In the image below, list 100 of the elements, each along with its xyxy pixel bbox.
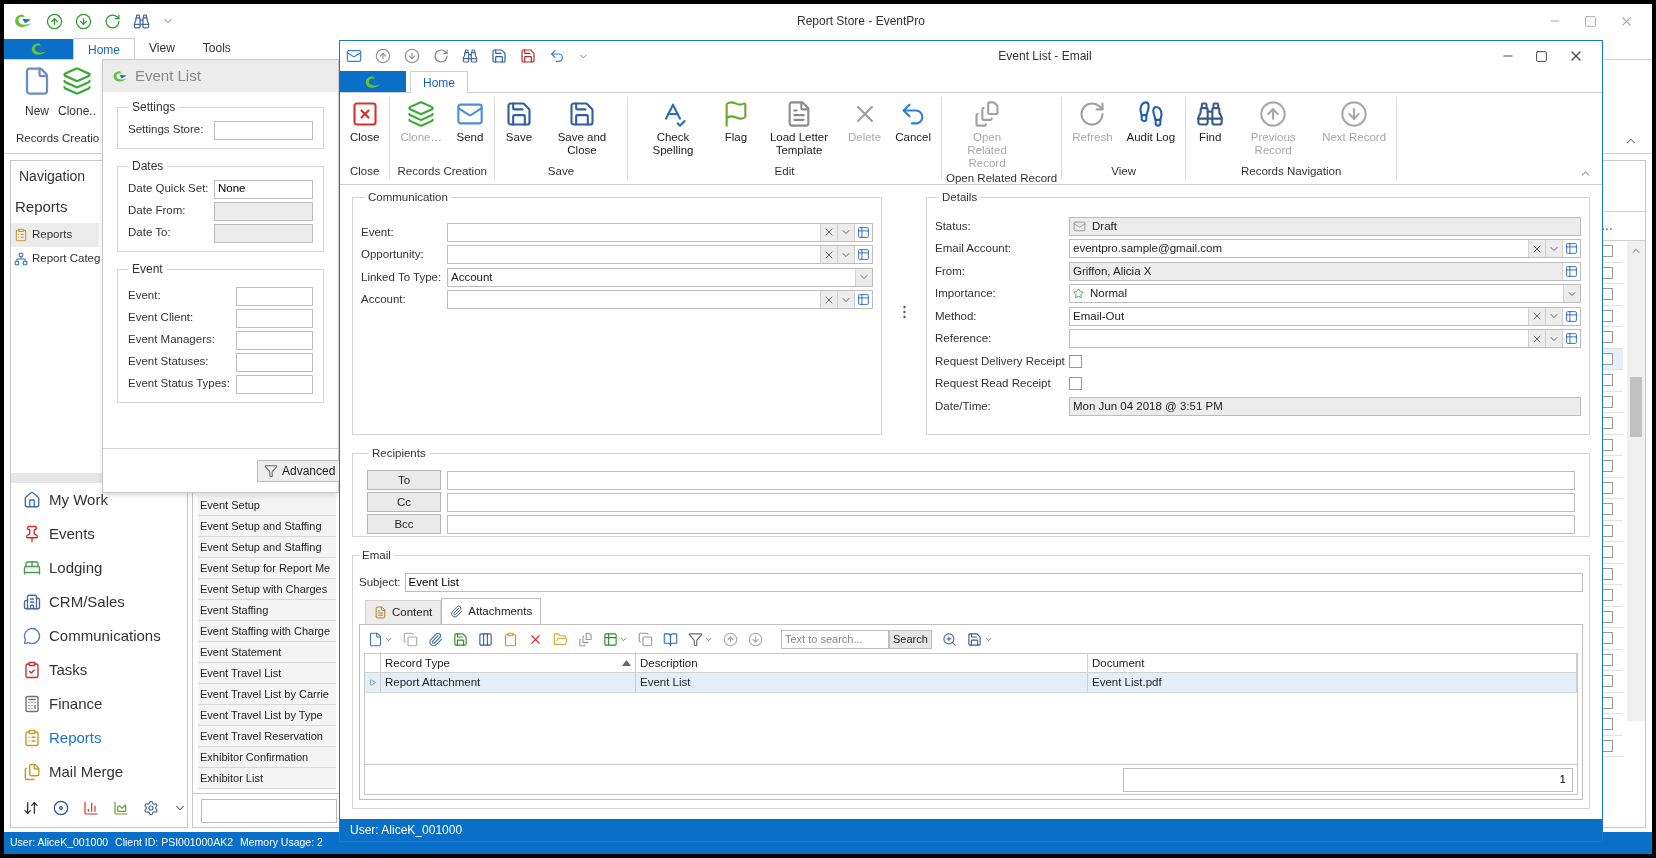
field-label: Request Delivery Receipt [935,353,1066,369]
field-label: Event Status Types: [128,376,232,392]
module-item[interactable]: CRM/Sales [11,585,187,619]
column-header[interactable]: … [1601,217,1613,235]
report-name-cell[interactable]: Exhibitor List [198,768,336,789]
module-item[interactable]: Communications [11,619,187,653]
module-item[interactable]: Finance [11,687,187,721]
building-icon [23,593,41,611]
lookup-field[interactable] [447,290,873,310]
lookup-field[interactable] [447,222,873,242]
report-name-cell[interactable]: Event Travel Reservation [198,726,336,747]
report-name-cell[interactable]: Event Setup [198,495,336,516]
clipboard-icon [503,631,518,647]
recipient-button[interactable]: Bcc [367,514,441,535]
clipboard-check-icon [23,661,41,679]
ribbon-button[interactable]: Load Letter Template [757,97,840,163]
ribbon-button[interactable]: Check Spelling [631,97,714,163]
recipient-button[interactable]: To [367,470,441,491]
report-name-cell[interactable]: Event Setup for Report Me [198,558,336,579]
lookup-field[interactable]: Email-Out [1069,306,1581,326]
ribbon-group-label: Records Navigation [1239,163,1343,179]
report-name-cell[interactable]: Event Setup and Staffing [198,516,336,537]
ribbon-button[interactable]: Cancel [889,97,938,163]
ribbon-button[interactable]: Save and Close [540,97,623,163]
input-field[interactable] [236,308,313,328]
report-name-cell[interactable]: Event Travel List [198,663,336,684]
ribbon-tab[interactable]: View [135,37,189,59]
module-item[interactable]: Tasks [11,653,187,687]
read-only-field[interactable]: Griffon, Alicia X [1069,261,1581,281]
ribbon-group-label: Save [546,163,576,179]
read-only-field[interactable]: Mon Jun 04 2018 @ 3:51 PM [1069,396,1581,416]
module-item[interactable]: My Work [11,483,187,517]
binoculars-icon [462,48,478,64]
tab[interactable]: Content [365,600,442,625]
input-field[interactable] [236,286,313,306]
input-field[interactable] [236,352,313,372]
recipient-field[interactable] [447,492,1575,512]
column-header[interactable]: Record Type [381,654,636,673]
report-name-cell[interactable]: Event Staffing [198,600,336,621]
input-field[interactable]: None [214,179,313,199]
new-document-icon [368,631,383,647]
bar-chart-icon [83,800,99,816]
ribbon-button[interactable]: Clone.. [58,66,97,120]
combo-box[interactable]: Normal [1069,284,1581,304]
column-header[interactable]: Description [636,654,1088,673]
ribbon-tab[interactable]: Tools [188,37,245,59]
module-item[interactable]: Lodging [11,551,187,585]
recipient-button[interactable]: Cc [367,492,441,513]
ribbon-button[interactable]: Send [449,97,490,163]
lookup-table-icon [1565,332,1578,346]
report-name-cell[interactable]: Event Staffing with Charge [198,621,336,642]
disc-icon [53,800,69,816]
checkbox[interactable] [1069,354,1082,368]
ribbon-button[interactable]: Flag [715,97,756,163]
table-cell: Event List.pdf [1088,673,1577,693]
pin-icon [23,525,41,543]
report-name-cell[interactable]: Event Travel List by Carrie [198,684,336,705]
input-field[interactable] [236,330,313,350]
ribbon-button[interactable]: New [22,66,52,120]
report-name-cell[interactable]: Event Setup and Staffing [198,537,336,558]
field-label: Account: [361,292,407,308]
module-item[interactable]: Events [11,517,187,551]
lookup-field[interactable]: eventpro.sample@gmail.com [1069,239,1581,259]
ribbon-button[interactable]: Close [344,97,386,163]
combo-box[interactable]: Account [447,267,873,287]
checkbox[interactable] [1069,377,1082,391]
scroll-thumb[interactable] [1630,377,1642,437]
lookup-field[interactable] [447,245,873,265]
report-name-cell[interactable]: Event Statement [198,642,336,663]
ribbon-button[interactable]: Find [1190,97,1231,163]
scrollbar[interactable] [1627,241,1645,721]
clipboard-icon [14,228,28,242]
module-item[interactable]: Mail Merge [11,755,187,789]
lookup-field[interactable] [1069,329,1581,349]
subject-field[interactable]: Event List [404,572,1583,592]
recipient-field[interactable] [447,470,1575,490]
column-header[interactable]: Document [1088,654,1577,673]
lookup-table-icon [1565,309,1578,323]
read-only-field[interactable]: Draft [1069,216,1581,236]
table-row[interactable]: Report Attachment Event List Event List.pdf [365,673,1577,694]
field-label: Event: [361,224,395,240]
ribbon-button[interactable]: Audit Log [1120,97,1182,163]
input-field[interactable] [214,120,313,140]
report-name-cell[interactable]: Exhibitor Confirmation [198,747,336,768]
input-field[interactable] [236,374,313,394]
module-item[interactable]: Reports [11,721,187,755]
recipient-field[interactable] [447,514,1575,534]
search-button[interactable]: Search [889,629,932,649]
report-name-cell[interactable]: Event Travel List by Type [198,705,336,726]
ribbon-tab[interactable]: Home [73,38,135,60]
splitter-grip-icon[interactable] [902,305,906,319]
filter-field[interactable] [201,798,337,823]
ribbon-tab[interactable]: Home [410,71,468,93]
nav-item[interactable]: Reports [11,223,99,247]
ribbon-button[interactable]: Save [498,97,539,163]
undo-icon [549,48,565,64]
star-icon [1073,288,1084,300]
search-field[interactable]: Text to search... [781,629,889,649]
tab[interactable]: Attachments [441,598,542,625]
report-name-cell[interactable]: Event Setup with Charges [198,579,336,600]
